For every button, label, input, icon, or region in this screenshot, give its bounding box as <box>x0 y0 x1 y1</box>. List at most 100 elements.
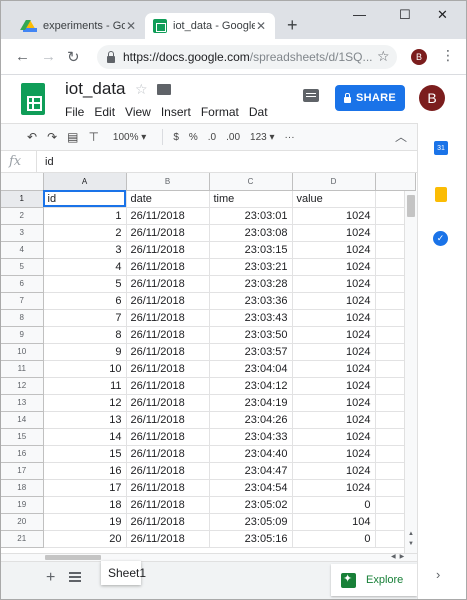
cell-date[interactable]: date <box>126 190 210 208</box>
row-header[interactable]: 9 <box>1 326 44 344</box>
increase-decimal-button[interactable]: .00 <box>226 132 240 143</box>
cell-value[interactable]: 104 <box>292 513 376 531</box>
row-header[interactable]: 7 <box>1 292 44 310</box>
cell-time[interactable]: 23:05:16 <box>209 530 293 548</box>
percent-format-button[interactable]: % <box>189 132 198 143</box>
row-header[interactable]: 20 <box>1 513 44 531</box>
scrollbar-thumb[interactable] <box>407 195 415 217</box>
cell-id[interactable]: 10 <box>43 360 127 378</box>
cell-date[interactable]: 26/11/2018 <box>126 496 210 514</box>
tab-experiments[interactable]: experiments - Goo ✕ <box>15 13 145 39</box>
cell-id[interactable]: 13 <box>43 411 127 429</box>
bookmark-star-icon[interactable]: ☆ <box>377 48 390 65</box>
folder-icon[interactable] <box>157 84 171 95</box>
cell-value[interactable]: 1024 <box>292 207 376 225</box>
cell-value[interactable]: 1024 <box>292 479 376 497</box>
cell-date[interactable]: 26/11/2018 <box>126 530 210 548</box>
redo-icon[interactable]: ↷ <box>47 130 57 144</box>
row-header[interactable]: 5 <box>1 258 44 276</box>
cell-date[interactable]: 26/11/2018 <box>126 377 210 395</box>
row-header[interactable]: 4 <box>1 241 44 259</box>
cell-value[interactable]: 1024 <box>292 411 376 429</box>
decrease-decimal-button[interactable]: .0 <box>208 132 216 143</box>
cell-id[interactable]: 16 <box>43 462 127 480</box>
cell-id[interactable]: 20 <box>43 530 127 548</box>
cell-time[interactable]: time <box>209 190 293 208</box>
cell-id[interactable]: 8 <box>43 326 127 344</box>
minimize-button[interactable]: — <box>353 7 366 22</box>
comments-icon[interactable] <box>303 89 319 102</box>
formula-input[interactable]: id <box>37 156 54 168</box>
row-header[interactable]: 16 <box>1 445 44 463</box>
cell-value[interactable]: 1024 <box>292 394 376 412</box>
undo-icon[interactable]: ↶ <box>27 130 37 144</box>
scroll-up-icon[interactable]: ▲ <box>408 531 414 537</box>
chevron-right-icon[interactable]: › <box>436 567 440 582</box>
cell-time[interactable]: 23:04:40 <box>209 445 293 463</box>
cell-time[interactable]: 23:03:01 <box>209 207 293 225</box>
cell-time[interactable]: 23:03:57 <box>209 343 293 361</box>
cell-time[interactable]: 23:03:50 <box>209 326 293 344</box>
cell-value[interactable]: 1024 <box>292 343 376 361</box>
cell-time[interactable]: 23:04:33 <box>209 428 293 446</box>
maximize-button[interactable]: ☐ <box>399 7 411 23</box>
cell-date[interactable]: 26/11/2018 <box>126 309 210 327</box>
cell-value[interactable]: 1024 <box>292 241 376 259</box>
cell-value[interactable]: 1024 <box>292 445 376 463</box>
cell-date[interactable]: 26/11/2018 <box>126 428 210 446</box>
menu-format[interactable]: Format <box>201 105 239 119</box>
scroll-down-icon[interactable]: ▼ <box>408 541 414 547</box>
close-tab-icon[interactable]: ✕ <box>255 19 267 33</box>
cell-date[interactable]: 26/11/2018 <box>126 411 210 429</box>
more-toolbar-button[interactable]: ··· <box>285 132 295 143</box>
row-header[interactable]: 11 <box>1 360 44 378</box>
row-header[interactable]: 21 <box>1 530 44 548</box>
row-header[interactable]: 3 <box>1 224 44 242</box>
column-header[interactable]: D <box>292 173 376 191</box>
sheets-logo-icon[interactable] <box>21 83 45 115</box>
cell-date[interactable]: 26/11/2018 <box>126 241 210 259</box>
cell-time[interactable]: 23:03:15 <box>209 241 293 259</box>
cell-time[interactable]: 23:03:21 <box>209 258 293 276</box>
menu-edit[interactable]: Edit <box>94 105 115 119</box>
cell-date[interactable]: 26/11/2018 <box>126 224 210 242</box>
cell-time[interactable]: 23:05:02 <box>209 496 293 514</box>
row-header[interactable]: 17 <box>1 462 44 480</box>
column-header-empty[interactable] <box>375 173 416 191</box>
tab-iot-data[interactable]: iot_data - Google ✕ <box>145 13 275 39</box>
cell-time[interactable]: 23:04:54 <box>209 479 293 497</box>
cell-value[interactable]: 1024 <box>292 275 376 293</box>
cell-time[interactable]: 23:04:26 <box>209 411 293 429</box>
cell-time[interactable]: 23:03:08 <box>209 224 293 242</box>
cell-value[interactable]: 1024 <box>292 360 376 378</box>
column-header[interactable]: B <box>126 173 210 191</box>
cell-id[interactable]: 18 <box>43 496 127 514</box>
cell-id[interactable]: 14 <box>43 428 127 446</box>
cell-date[interactable]: 26/11/2018 <box>126 326 210 344</box>
cell-id[interactable]: 9 <box>43 343 127 361</box>
cell-id[interactable]: 5 <box>43 275 127 293</box>
cell-date[interactable]: 26/11/2018 <box>126 258 210 276</box>
menu-data[interactable]: Dat <box>249 105 268 119</box>
forward-arrow-icon[interactable]: → <box>41 48 56 65</box>
column-header[interactable]: C <box>209 173 293 191</box>
url-input[interactable]: https://docs.google.com/spreadsheets/d/1… <box>97 45 397 69</box>
cell-id[interactable]: 1 <box>43 207 127 225</box>
row-header[interactable]: 19 <box>1 496 44 514</box>
row-header[interactable]: 14 <box>1 411 44 429</box>
more-formats-button[interactable]: 123 ▾ <box>250 132 275 143</box>
cell-time[interactable]: 23:05:09 <box>209 513 293 531</box>
new-tab-button[interactable]: + <box>287 15 298 36</box>
cell-id[interactable]: 19 <box>43 513 127 531</box>
doc-title[interactable]: iot_data <box>65 79 126 99</box>
currency-format-button[interactable]: $ <box>173 132 179 143</box>
share-button[interactable]: SHARE <box>335 85 405 111</box>
explore-button[interactable]: Explore <box>331 564 417 596</box>
cell-id[interactable]: 17 <box>43 479 127 497</box>
add-sheet-button[interactable]: + <box>46 569 55 587</box>
cell-date[interactable]: 26/11/2018 <box>126 360 210 378</box>
cell-time[interactable]: 23:03:43 <box>209 309 293 327</box>
cell-date[interactable]: 26/11/2018 <box>126 343 210 361</box>
menu-view[interactable]: View <box>125 105 151 119</box>
cell-date[interactable]: 26/11/2018 <box>126 462 210 480</box>
